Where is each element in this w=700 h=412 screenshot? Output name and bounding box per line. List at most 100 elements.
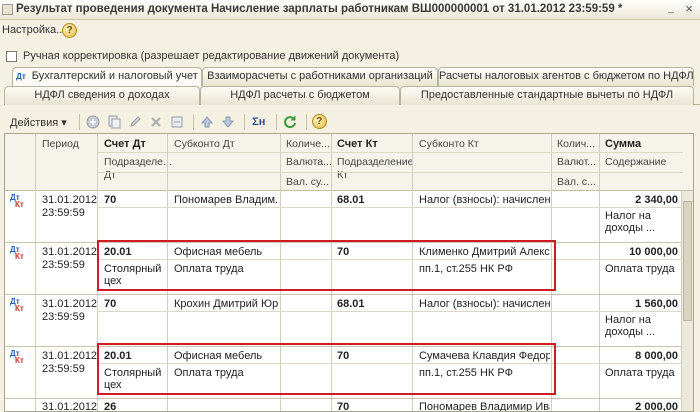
tab-ndfl-budget[interactable]: НДФЛ расчеты с бюджетом (200, 86, 400, 105)
actions-menu[interactable]: Действия ▾ (10, 116, 67, 129)
toolbar-separator (192, 114, 194, 130)
toolbar: Действия ▾ Σн ? (4, 111, 694, 133)
col-valsum-kt[interactable]: Вал. с... (554, 176, 600, 188)
table-row[interactable]: Дт Кт 31.01.2012 23:59:59 70 Пономарев Вл… (5, 191, 693, 243)
tab-tax-agents[interactable]: Расчеты налоговых агентов с бюджетом по … (438, 67, 694, 86)
manual-edit-label: Ручная корректировка (разрешает редактир… (23, 50, 400, 62)
posting-icon: Дт Кт (10, 349, 24, 365)
col-podr-kt-2: Кт (337, 169, 348, 181)
highlight-frame (97, 343, 556, 395)
tabs-row-2: НДФЛ сведения о доходах НДФЛ расчеты с б… (4, 86, 700, 105)
tab-employee-settlements[interactable]: Взаиморасчеты с работниками организаций (202, 67, 438, 86)
posting-icon: Дт Кт (10, 297, 24, 313)
col-content[interactable]: Содержание (602, 156, 666, 168)
delete-row-icon[interactable] (147, 113, 165, 131)
posting-icon: Дт Кт (10, 193, 24, 209)
col-schet-kt[interactable]: Счет Кт (334, 138, 378, 150)
toolbar-help: ? (311, 113, 329, 131)
help-icon[interactable]: ? (62, 23, 77, 38)
row-summa: 2 000,00 (635, 401, 678, 412)
move-up-icon[interactable] (198, 113, 216, 131)
row-subkonto-dt: Крохин Дмитрий Юр... (174, 298, 279, 310)
tab-ndfl-income[interactable]: НДФЛ сведения о доходах (4, 86, 200, 105)
highlight-frame (97, 240, 556, 291)
row-time: 23:59:59 (42, 207, 85, 219)
row-schet-dt: 70 (104, 298, 117, 310)
tab-accounting[interactable]: Дт Бухгалтерский и налоговый учет (12, 67, 202, 86)
edit-row-icon[interactable] (126, 113, 144, 131)
col-subkonto-dt[interactable]: Субконто Дт (171, 138, 235, 150)
manual-edit-checkbox[interactable] (6, 50, 17, 62)
table-row[interactable]: 31.01.2012 26 70 Пономарев Владимир Ива.… (5, 399, 693, 412)
close-button[interactable]: × (682, 2, 696, 16)
row-subkonto-kt: Пономарев Владимир Ива... (419, 401, 550, 412)
tabs-row-1: Дт Бухгалтерский и налоговый учет Взаимор… (4, 67, 700, 86)
mark-row-icon[interactable] (168, 113, 186, 131)
add-row-icon[interactable] (84, 113, 102, 131)
tab-ndfl-deductions[interactable]: Предоставленные стандартные вычеты по НД… (400, 86, 694, 105)
scrollbar-thumb[interactable] (683, 201, 692, 321)
vertical-scrollbar[interactable] (681, 191, 693, 411)
toolbar-separator (243, 114, 245, 130)
copy-row-icon[interactable] (105, 113, 123, 131)
row-period: 31.01.2012 (42, 194, 98, 206)
row-schet-dt: 70 (104, 194, 117, 206)
row-content: Оплата труда (605, 367, 675, 379)
toolbar-separator (78, 114, 80, 130)
col-summa[interactable]: Сумма (602, 138, 641, 150)
window-titlebar: Результат проведения документа Начислени… (0, 0, 700, 20)
window-system-icon[interactable] (2, 4, 13, 15)
header-divider (97, 152, 683, 153)
row-content-2: доходы ... (605, 222, 656, 234)
row-period: 31.01.2012 (42, 298, 98, 310)
row-period: 31.01.2012 (42, 246, 98, 258)
move-down-icon[interactable] (219, 113, 237, 131)
accounting-icon: Дт (16, 72, 26, 81)
row-content: Оплата труда (605, 263, 675, 275)
col-podr-dt[interactable]: Подразделе... (101, 156, 172, 168)
window-title: Результат проведения документа Начислени… (16, 3, 623, 15)
row-summa: 8 000,00 (635, 350, 678, 362)
row-divider (97, 207, 683, 208)
col-period[interactable]: Период (39, 138, 79, 150)
row-divider (97, 311, 683, 312)
row-subkonto-dt: Пономарев Владим... (174, 194, 279, 206)
row-schet-kt: 68.01 (337, 194, 365, 206)
row-schet-kt: 68.01 (337, 298, 365, 310)
col-valsum-dt[interactable]: Вал. су... (283, 176, 331, 188)
settings-menu[interactable]: Настройка... (2, 24, 65, 36)
col-val-dt[interactable]: Валюта... (283, 156, 331, 168)
row-subkonto-kt: Налог (взносы): начислен... (419, 194, 550, 206)
table-header: Период Счет Дт Подразделе... Дт Субконто… (5, 134, 693, 191)
col-val-kt[interactable]: Валют... (554, 156, 600, 168)
header-divider (97, 172, 683, 173)
col-schet-dt[interactable]: Счет Дт (101, 138, 146, 150)
movements-table: Период Счет Дт Подразделе... Дт Субконто… (4, 133, 694, 412)
row-time: 23:59:59 (42, 311, 85, 323)
row-content-2: доходы ... (605, 326, 656, 338)
row-period: 31.01.2012 (42, 350, 98, 362)
sum-icon[interactable]: Σн (249, 113, 269, 131)
toolbar-separator (275, 114, 277, 130)
manual-edit-row[interactable]: Ручная корректировка (разрешает редактир… (6, 48, 399, 64)
col-subkonto-kt[interactable]: Субконто Кт (416, 138, 479, 150)
refresh-icon[interactable] (281, 113, 299, 131)
minimize-button[interactable]: _ (664, 3, 678, 16)
table-row[interactable]: Дт Кт 31.01.2012 23:59:59 70 Крохин Дмитр… (5, 295, 693, 347)
row-summa: 1 560,00 (635, 298, 678, 310)
row-subkonto-kt: Налог (взносы): начислен... (419, 298, 550, 310)
posting-icon: Дт Кт (10, 245, 24, 261)
row-summa: 10 000,00 (629, 246, 678, 258)
row-content: Налог на (605, 210, 651, 222)
row-time: 23:59:59 (42, 259, 85, 271)
row-time: 23:59:59 (42, 363, 85, 375)
col-kol-dt[interactable]: Количе... (283, 138, 331, 150)
row-schet-kt: 70 (337, 401, 350, 412)
col-podr-kt[interactable]: Подразделение (334, 156, 414, 168)
row-schet-dt: 26 (104, 401, 117, 412)
menu-bar: Настройка... ? (0, 20, 700, 42)
help-icon[interactable]: ? (311, 114, 327, 129)
col-kol-kt[interactable]: Колич... (554, 138, 600, 150)
toolbar-separator (305, 114, 307, 130)
row-summa: 2 340,00 (635, 194, 678, 206)
